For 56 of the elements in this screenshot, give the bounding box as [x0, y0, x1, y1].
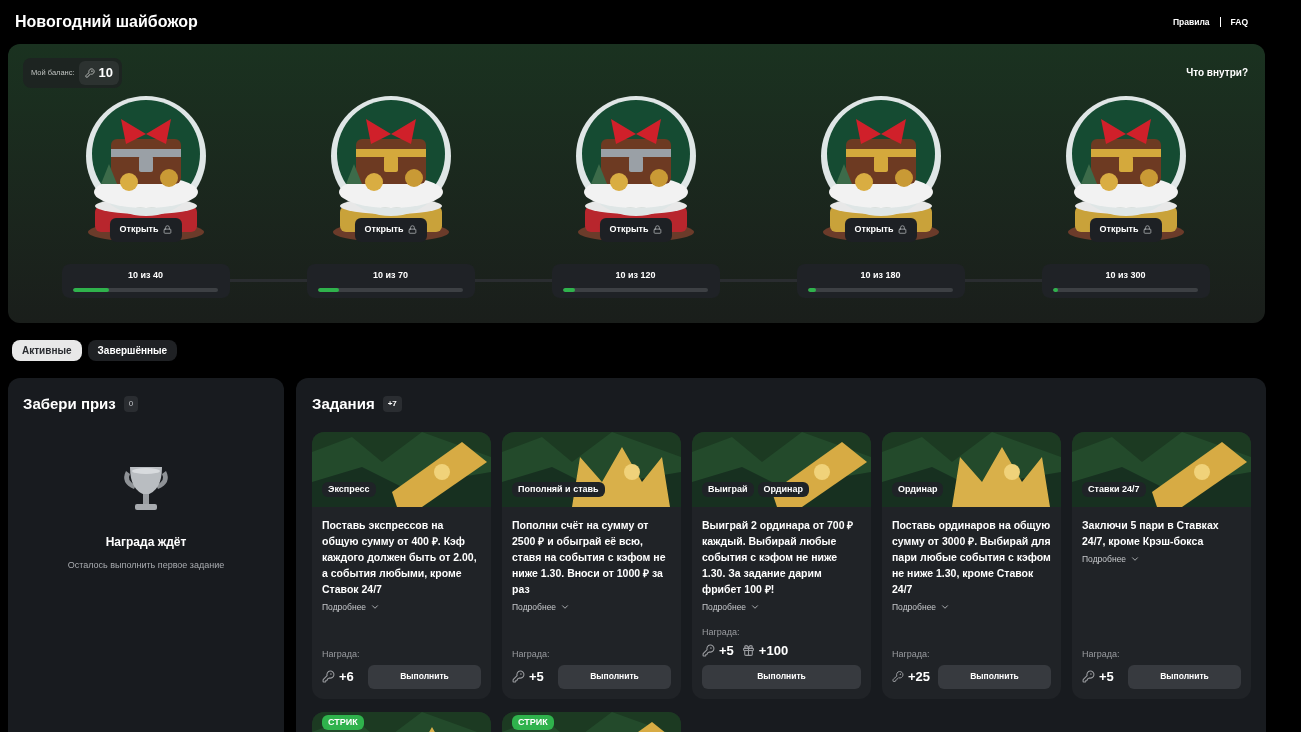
reward-value: +25 [907, 667, 930, 686]
task-description: Выиграй 2 ординара от 700 ₽ каждый. Выбирай любые события с кэфом не ниже 1.30. За задание дарим фрибет 100 ₽! [702, 517, 855, 597]
more-link[interactable]: Подробнее [702, 600, 761, 614]
reward-label: Награда: [1082, 648, 1121, 661]
more-link[interactable]: Подробнее [322, 600, 381, 614]
reward-label: Награда: [702, 625, 741, 639]
tab[interactable]: Завершённые [87, 340, 178, 361]
open-button[interactable]: Открыть [354, 217, 427, 242]
key-icon [512, 670, 525, 683]
progress-text: 10 из 70 [373, 268, 408, 282]
reward-value: +6 [339, 667, 354, 686]
key-icon [1082, 670, 1095, 683]
page-title: Новогодний шайбожор [15, 12, 198, 32]
key-icon [702, 644, 715, 658]
key-icon [322, 670, 335, 683]
task-description: Поставь экспрессов на общую сумму от 400 ₽. Кэф каждого должен быть от 2.00, а события любыми, кроме Ставок 24/7 [322, 517, 478, 597]
key-icon [892, 670, 904, 683]
complete-button[interactable]: Выполнить [938, 664, 1051, 689]
open-button[interactable]: Открыть [599, 217, 672, 242]
reward-value: +5 [1099, 667, 1114, 686]
reward-value: +5 [529, 667, 544, 686]
complete-button[interactable]: Выполнить [702, 664, 861, 689]
open-button[interactable]: Открыть [109, 217, 182, 242]
complete-button[interactable]: Выполнить [368, 664, 481, 689]
progress-text: 10 из 180 [860, 268, 901, 282]
prize-subtitle: Осталось выполнить первое задание [67, 558, 225, 572]
gift-icon [741, 644, 755, 658]
progress-text: 10 из 40 [128, 268, 163, 282]
reward-value: +100 [758, 642, 789, 660]
open-button[interactable]: Открыть [844, 217, 917, 242]
more-link[interactable]: Подробнее [1082, 552, 1141, 566]
header-link[interactable]: FAQ [1228, 15, 1250, 29]
reward-label: Награда: [322, 648, 361, 661]
task-description: Заключи 5 пари в Ставках 24/7, кроме Крэш-бокса [1082, 517, 1220, 549]
more-link[interactable]: Подробнее [892, 600, 951, 614]
balance-value: 10 [78, 61, 120, 85]
reward-label: Награда: [892, 648, 931, 661]
complete-button[interactable]: Выполнить [1128, 664, 1241, 689]
complete-button[interactable]: Выполнить [558, 664, 671, 689]
progress-text: 10 из 120 [615, 268, 656, 282]
panel-title: Задания [312, 394, 375, 414]
count-badge: +7 [382, 396, 402, 413]
prize-heading: Награда ждёт [105, 533, 187, 551]
key-icon [84, 67, 95, 78]
progress-text: 10 из 300 [1105, 268, 1146, 282]
task-description: Поставь ординаров на общую сумму от 3000 ₽. Выбирай для пари любые события с кэфом не ниже 1.30, кроме Ставок 24/7 [892, 517, 1051, 597]
reward-value: +5 [719, 642, 734, 660]
more-link[interactable]: Подробнее [512, 600, 571, 614]
panel-title: Забери приз [23, 394, 116, 414]
task-description: Пополни счёт на сумму от 2500 ₽ и обыграй её всю, ставя на события с кэфом не ниже 1.30. Вноси от 1000 ₽ за раз [512, 517, 667, 597]
whats-inside-link[interactable]: Что внутри? [1186, 65, 1248, 80]
count-badge: 0 [123, 396, 139, 413]
reward-label: Награда: [512, 648, 551, 661]
open-button[interactable]: Открыть [1089, 217, 1162, 242]
tab[interactable]: Активные [12, 340, 82, 361]
header-link[interactable]: Правила [1170, 15, 1212, 29]
